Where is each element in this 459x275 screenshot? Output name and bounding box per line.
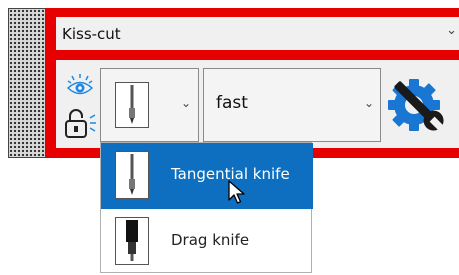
chevron-down-icon: ⌄ [446,23,457,38]
cut-mode-value: Kiss-cut [62,24,121,43]
knife-option-tangential[interactable]: Tangential knife [101,143,313,209]
chevron-down-icon: ⌄ [364,96,375,110]
speed-select[interactable]: fast ⌄ [203,68,381,142]
mouse-cursor-icon [228,180,245,204]
knife-type-dropdown-list: Tangential knife Drag knife [100,142,313,275]
tangential-knife-icon [115,82,149,128]
knife-option-drag[interactable]: Drag knife [101,209,313,275]
hatched-strip [8,8,46,158]
knife-type-select[interactable]: ⌄ [100,68,199,142]
tangential-knife-icon [115,151,149,199]
settings-wrench-gear-icon[interactable] [387,74,449,136]
cut-mode-select[interactable]: Kiss-cut ⌄ [56,17,459,50]
speed-value: fast [216,93,248,113]
knife-option-label: Drag knife [171,231,250,249]
eye-icon[interactable] [66,72,94,100]
chevron-down-icon: ⌄ [181,96,192,110]
lock-icon[interactable] [62,108,98,140]
drag-knife-icon [115,217,149,265]
